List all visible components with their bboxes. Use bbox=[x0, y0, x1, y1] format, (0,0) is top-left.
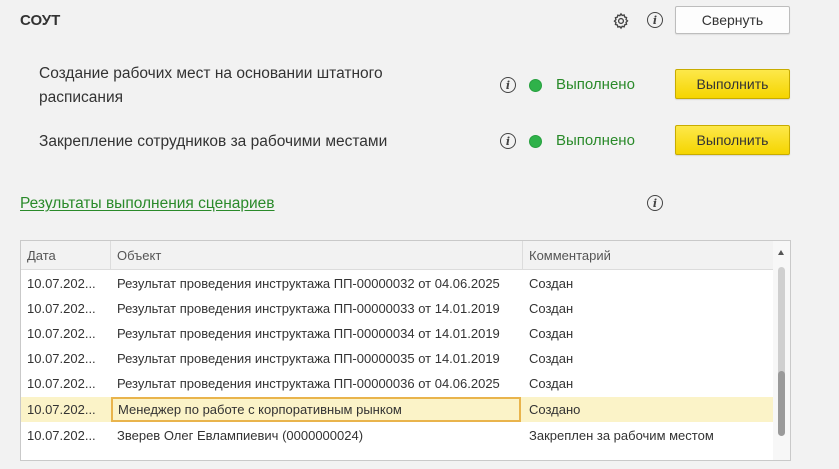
execute-button[interactable]: Выполнить bbox=[675, 69, 790, 99]
cell-object: Результат проведения инструктажа ПП-0000… bbox=[117, 351, 500, 366]
info-icon[interactable]: i bbox=[647, 195, 663, 211]
table-row[interactable]: 10.07.202... Зверев Олег Евлампиевич (00… bbox=[21, 423, 774, 448]
cell-comment: Создан bbox=[529, 351, 574, 366]
cell-date: 10.07.202... bbox=[27, 428, 96, 443]
status-text: Выполнено bbox=[556, 76, 635, 93]
cell-date: 10.07.202... bbox=[27, 326, 96, 341]
column-header-date[interactable]: Дата bbox=[21, 241, 111, 270]
table-row[interactable]: 10.07.202... Результат проведения инстру… bbox=[21, 371, 774, 396]
page-title: СОУТ bbox=[20, 12, 61, 29]
gear-icon[interactable] bbox=[612, 12, 630, 30]
cell-date: 10.07.202... bbox=[27, 351, 96, 366]
results-table: Дата Объект Комментарий 10.07.202... Рез… bbox=[20, 240, 791, 461]
status-dot-icon bbox=[529, 135, 542, 148]
cell-comment: Создан bbox=[529, 276, 574, 291]
scenario-label-line: расписания bbox=[39, 89, 124, 106]
cell-object: Зверев Олег Евлампиевич (0000000024) bbox=[117, 428, 364, 443]
status-text: Выполнено bbox=[556, 132, 635, 149]
cell-object: Результат проведения инструктажа ПП-0000… bbox=[117, 301, 500, 316]
table-header: Дата Объект Комментарий bbox=[21, 241, 774, 270]
collapse-button[interactable]: Свернуть bbox=[675, 6, 790, 34]
info-icon[interactable]: i bbox=[500, 133, 516, 149]
scenario-label-line: Создание рабочих мест на основании штатн… bbox=[39, 65, 383, 82]
cell-comment: Создан bbox=[529, 376, 574, 391]
column-header-comment[interactable]: Комментарий bbox=[523, 241, 774, 270]
table-row[interactable]: 10.07.202... Результат проведения инстру… bbox=[21, 296, 774, 321]
cell-object-focused[interactable]: Менеджер по работе с корпоративным рынко… bbox=[111, 397, 521, 422]
info-icon[interactable]: i bbox=[647, 12, 663, 28]
cell-comment: Создан bbox=[529, 326, 574, 341]
status-dot-icon bbox=[529, 79, 542, 92]
cell-date: 10.07.202... bbox=[27, 301, 96, 316]
column-header-object[interactable]: Объект bbox=[111, 241, 523, 270]
scenario-label: Закрепление сотрудников за рабочими мест… bbox=[39, 133, 388, 150]
cell-date: 10.07.202... bbox=[27, 376, 96, 391]
cell-object: Результат проведения инструктажа ПП-0000… bbox=[117, 326, 500, 341]
cell-comment: Закреплен за рабочим местом bbox=[529, 428, 714, 443]
table-row[interactable]: 10.07.202... Результат проведения инстру… bbox=[21, 271, 774, 296]
scenario-label: Создание рабочих мест на основании штатн… bbox=[39, 62, 383, 110]
cell-comment: Создан bbox=[529, 301, 574, 316]
cell-comment: Создано bbox=[529, 402, 581, 417]
scroll-up-icon[interactable] bbox=[778, 250, 784, 255]
execute-button[interactable]: Выполнить bbox=[675, 125, 790, 155]
cell-date: 10.07.202... bbox=[27, 402, 96, 417]
table-scrollbar[interactable] bbox=[773, 241, 790, 460]
table-row[interactable]: 10.07.202... Результат проведения инстру… bbox=[21, 346, 774, 371]
cell-date: 10.07.202... bbox=[27, 276, 96, 291]
table-row[interactable]: 10.07.202... Результат проведения инстру… bbox=[21, 321, 774, 346]
scroll-thumb[interactable] bbox=[778, 371, 785, 436]
cell-object: Результат проведения инструктажа ПП-0000… bbox=[117, 376, 500, 391]
info-icon[interactable]: i bbox=[500, 77, 516, 93]
results-link[interactable]: Результаты выполнения сценариев bbox=[20, 195, 275, 213]
cell-object: Результат проведения инструктажа ПП-0000… bbox=[117, 276, 500, 291]
table-row-selected[interactable]: 10.07.202... Менеджер по работе с корпор… bbox=[21, 397, 774, 422]
